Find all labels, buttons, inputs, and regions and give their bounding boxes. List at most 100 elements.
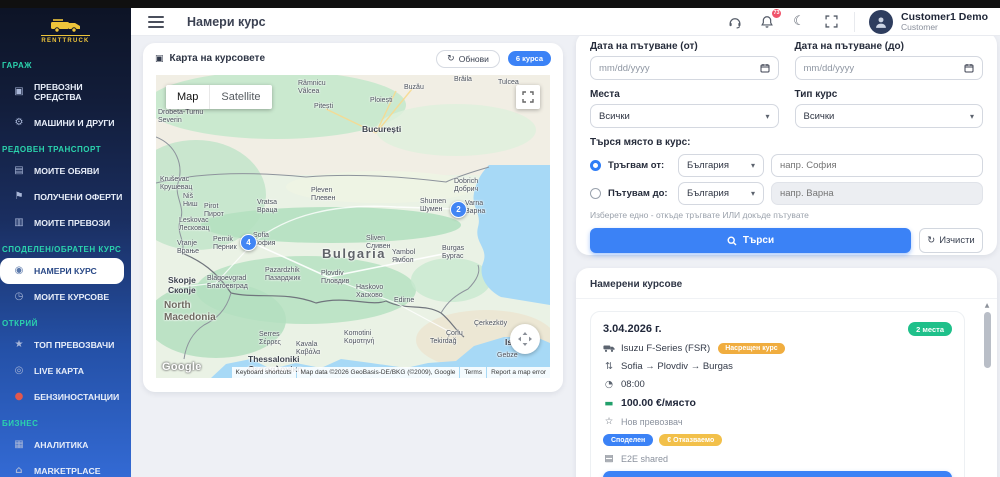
sidebar-entry[interactable]: ⌂ MARKETPLACE (0, 458, 131, 477)
map-label: Vratsa Враца (257, 199, 277, 216)
my-courses-icon: ◷ (13, 292, 25, 302)
results-list: 3.04.2026 г. 2 места Isuzu F-Series (FSR… (576, 299, 997, 477)
map-label: Shumen Шумен (420, 198, 446, 215)
sidebar-entry-label: МОИТЕ ПРЕВОЗИ (34, 218, 110, 228)
map-label: Haskovo Хасково (356, 284, 383, 301)
hamburger-menu-icon[interactable] (148, 13, 164, 31)
map-attribution: Keyboard shortcuts Map data ©2026 GeoBas… (232, 367, 550, 378)
sidebar-entry[interactable]: ● БЕНЗИНОСТАНЦИИ (0, 384, 131, 410)
map-label: Skopje Скопје (168, 275, 196, 295)
date-to-input[interactable]: mm/dd/yyyy (795, 56, 984, 80)
depart-city-input[interactable] (771, 154, 983, 177)
chevron-down-icon: ▾ (751, 161, 755, 170)
sidebar-entry[interactable]: ◉ НАМЕРИ КУРС (0, 258, 124, 284)
search-hint-text: Изберете едно - откъде тръгвате ИЛИ докъ… (590, 210, 983, 220)
results-panel: Намерени курсове 3.04.2026 г. 2 места Is… (576, 268, 997, 477)
sidebar-entry[interactable]: БИЗНЕС (0, 410, 131, 432)
google-map[interactable]: Drobeta-Turnu Severin Târgu Jiu Râmnicu … (156, 75, 550, 378)
map-cluster-marker[interactable]: 4 (240, 234, 257, 251)
sidebar-entry-label: СПОДЕЛЕН/ОБРАТЕН КУРС (2, 245, 121, 254)
results-scrollbar[interactable]: ▲ (982, 302, 992, 477)
live-map-icon: ◎ (13, 366, 25, 376)
top-black-strip (0, 0, 1000, 8)
map-label: Leskovac Лесковац (179, 217, 210, 234)
travel-to-radio[interactable] (590, 188, 601, 199)
sidebar-entry-label: LIVE КАРТА (34, 366, 84, 376)
map-label: Plovdiv Пловдив (321, 270, 349, 287)
satellite-view-button[interactable]: Satellite (209, 85, 271, 109)
sidebar-entry[interactable]: ◷ МОИТЕ КУРСОВЕ (0, 284, 131, 310)
sidebar-entry[interactable]: РЕДОВЕН ТРАНСПОРТ (0, 136, 131, 158)
sidebar-entry[interactable]: ▥ МОИТЕ ПРЕВОЗИ (0, 210, 131, 236)
course-vehicle: Isuzu F-Series (FSR) (621, 343, 710, 354)
support-headset-icon[interactable] (726, 13, 744, 31)
sidebar-entry[interactable]: ◎ LIVE КАРТА (0, 358, 131, 384)
sidebar-entry[interactable]: ▤ МОИТЕ ОБЯВИ (0, 158, 131, 184)
depart-from-label: Тръгвам от: (608, 160, 671, 171)
sidebar-entry[interactable]: СПОДЕЛЕН/ОБРАТЕН КУРС (0, 236, 131, 258)
listings-icon: ▤ (13, 166, 25, 176)
carrier-status: Нов превозвач (621, 417, 683, 427)
fullscreen-icon[interactable] (822, 13, 840, 31)
sidebar-entry[interactable]: ОТКРИЙ (0, 310, 131, 332)
user-name: Customer1 Demo (901, 11, 988, 23)
analytics-icon: ▦ (13, 440, 25, 450)
map-label: Dobrich Добрич (454, 178, 478, 195)
top-carriers-icon: ★ (13, 340, 25, 350)
date-from-input[interactable]: mm/dd/yyyy (590, 56, 779, 80)
seats-label: Места (590, 89, 779, 100)
sidebar-entry[interactable]: ▦ АНАЛИТИКА (0, 432, 131, 458)
seats-select[interactable]: Всички ▾ (590, 104, 779, 128)
scroll-up-arrow[interactable]: ▲ (982, 302, 992, 309)
destination-country-select[interactable]: България ▾ (678, 182, 764, 205)
map-pan-control[interactable] (510, 324, 540, 354)
vehicle-type-badge: Насрещен курс (718, 343, 784, 354)
sidebar-entry[interactable]: ГАРАЖ (0, 52, 131, 74)
sidebar-entry[interactable]: ★ ТОП ПРЕВОЗВАЧИ (0, 332, 131, 358)
map-attribution-link[interactable]: Map data ©2026 GeoBasis-DE/BKG (©2009), … (297, 367, 460, 378)
map-attribution-link[interactable]: Report a map error (487, 367, 550, 378)
sidebar-entry[interactable]: ⚙ МАШИНИ И ДРУГИ (0, 110, 131, 136)
map-label: Varna Варна (465, 200, 485, 217)
map-cluster-marker[interactable]: 2 (450, 201, 467, 218)
map-panel-header: ▣ Карта на курсовете ↻ Обнови 6 курса (143, 43, 563, 74)
map-attribution-link[interactable]: Terms (460, 367, 486, 378)
user-menu[interactable]: Customer1 Demo Customer (869, 10, 988, 34)
map-fullscreen-button[interactable] (516, 85, 540, 109)
sidebar-entry[interactable]: ▣ ПРЕВОЗНИ СРЕДСТВА (0, 74, 131, 110)
sidebar-entry-label: МАШИНИ И ДРУГИ (34, 118, 115, 128)
course-count-badge: 6 курса (508, 51, 551, 66)
search-button[interactable]: Търси (590, 228, 911, 253)
course-type-select[interactable]: Всички ▾ (795, 104, 984, 128)
map-label: Komotini Κομοτηνή (344, 330, 374, 347)
map-attribution-link[interactable]: Keyboard shortcuts (232, 367, 296, 378)
clear-button[interactable]: ↻ Изчисти (919, 228, 983, 253)
depart-country-select[interactable]: България ▾ (678, 154, 764, 177)
map-label: Drobeta-Turnu Severin (158, 109, 203, 126)
dark-mode-moon-icon[interactable]: ☾ (790, 13, 808, 31)
scrollbar-thumb[interactable] (984, 312, 991, 368)
app-logo[interactable]: RENTTRUCK (0, 8, 131, 50)
refresh-button[interactable]: ↻ Обнови (436, 50, 500, 68)
star-icon: ☆ (603, 416, 615, 427)
chevron-down-icon: ▾ (970, 112, 974, 121)
map-label: Niš Ниш (183, 193, 198, 210)
shared-badge: Споделен (603, 434, 653, 446)
depart-from-radio[interactable] (590, 160, 601, 171)
fuel-station-icon: ● (13, 392, 25, 402)
destination-city-input[interactable] (771, 182, 983, 205)
send-request-button[interactable]: ► Изпрати заявка (603, 471, 952, 477)
course-card: 3.04.2026 г. 2 места Isuzu F-Series (FSR… (590, 311, 965, 477)
date-to-label: Дата на пътуване (до) (795, 41, 984, 52)
topbar-actions: 73 ☾ Customer1 Demo Customer (726, 10, 988, 34)
truck-logo-icon (49, 17, 83, 33)
map-label: Pleven Плевен (311, 187, 335, 204)
find-course-icon: ◉ (13, 266, 25, 276)
map-label: Bulgaria (322, 246, 386, 262)
map-view-button[interactable]: Map (166, 85, 209, 109)
sidebar-entry-label: ГАРАЖ (2, 61, 32, 70)
route-icon: ⇅ (603, 361, 615, 372)
notifications-bell-icon[interactable]: 73 (758, 13, 776, 31)
sidebar-entry[interactable]: ⚑ ПОЛУЧЕНИ ОФЕРТИ (0, 184, 131, 210)
calendar-icon (760, 63, 770, 73)
